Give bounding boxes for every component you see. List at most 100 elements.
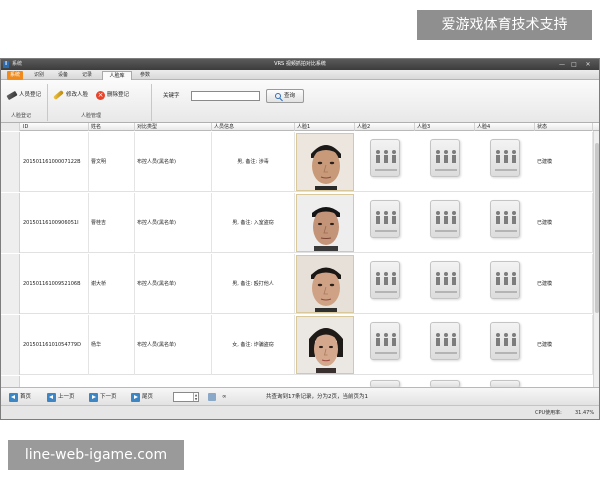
keyword-label: 关键字 bbox=[163, 93, 180, 99]
cell-person-info: 男, 备注: 涉毒 bbox=[212, 132, 295, 192]
row-selector[interactable] bbox=[1, 376, 20, 387]
query-button[interactable]: 查询 bbox=[266, 89, 304, 103]
pencil-icon bbox=[53, 89, 64, 101]
cell-name: 杨华 bbox=[89, 315, 135, 375]
app-window: I 系统 VRS 视频抓拍对比系统 — □ ✕ 系统 识别 设备 记录 人脸库 … bbox=[0, 58, 600, 420]
header-name[interactable]: 姓名 bbox=[89, 123, 135, 131]
first-page-label: 首页 bbox=[20, 394, 32, 400]
prev-page-label: 上一页 bbox=[58, 394, 75, 400]
go-page-text: ∞ bbox=[222, 394, 227, 400]
cell-compare-type: 布控人员(黑名单) bbox=[135, 132, 212, 192]
cpu-usage-value: 31.47% bbox=[575, 410, 595, 416]
row-selector[interactable] bbox=[1, 132, 20, 192]
cpu-usage-label: CPU使用率: bbox=[535, 410, 562, 416]
search-icon bbox=[274, 93, 281, 99]
people-placeholder-icon bbox=[490, 380, 520, 387]
row-selector-header bbox=[1, 123, 20, 131]
modify-face-button[interactable]: 修改人脸 bbox=[53, 89, 88, 101]
first-page-icon bbox=[9, 392, 18, 402]
minimize-button[interactable]: — bbox=[557, 60, 567, 69]
face-table: ID 姓名 对比类型 人员信息 人脸1 人脸2 人脸3 人脸4 状态 20150… bbox=[1, 123, 599, 387]
first-page-button[interactable]: 首页 bbox=[9, 391, 31, 403]
go-page-icon[interactable] bbox=[208, 393, 216, 401]
face-photo bbox=[296, 316, 354, 374]
cell-id: 20150116100952106B bbox=[21, 254, 89, 314]
ribbon-toolbar: 人员登记 修改人脸 × 删除登记 人脸登记 人脸管理 关键字 查询 bbox=[1, 80, 599, 123]
table-row[interactable]: 20150116101054779D 杨华 布控人员(黑名单) 女, 备注: 诈… bbox=[1, 315, 599, 375]
ribbon-separator bbox=[47, 84, 48, 121]
vertical-scrollbar[interactable] bbox=[593, 131, 599, 387]
table-row[interactable]: 20150116100952106B 谢大桥 布控人员(黑名单) 男, 备注: … bbox=[1, 254, 599, 314]
people-placeholder-icon bbox=[370, 380, 400, 387]
people-placeholder-icon bbox=[370, 322, 400, 360]
cell-id: 20150116100906051I bbox=[21, 193, 89, 253]
tab-parameters[interactable]: 参数 bbox=[136, 71, 154, 80]
cell-person-info: 男, 备注: 殴打他人 bbox=[212, 254, 295, 314]
tab-recognition[interactable]: 识别 bbox=[31, 71, 47, 80]
keyword-input[interactable] bbox=[191, 91, 260, 101]
header-person-info[interactable]: 人员信息 bbox=[212, 123, 295, 131]
row-selector[interactable] bbox=[1, 315, 20, 375]
status-bar: CPU使用率: 31.47% bbox=[1, 405, 599, 419]
register-person-label: 人员登记 bbox=[19, 92, 42, 98]
query-label: 查询 bbox=[283, 93, 295, 99]
tab-face-library[interactable]: 人脸库 bbox=[102, 71, 132, 80]
tab-system[interactable]: 系统 bbox=[7, 71, 23, 80]
cell-person-info: 女, 备注: 诈骗盗窃 bbox=[212, 315, 295, 375]
watermark-bottom: line-web-igame.com bbox=[8, 440, 184, 470]
cell-compare-type: 布控人员(黑名单) bbox=[135, 254, 212, 314]
cell-name: 曹桂吉 bbox=[89, 193, 135, 253]
header-id[interactable]: ID bbox=[21, 123, 89, 131]
row-selector[interactable] bbox=[1, 193, 20, 253]
people-placeholder-icon bbox=[430, 139, 460, 177]
last-page-icon bbox=[131, 392, 140, 402]
register-person-button[interactable]: 人员登记 bbox=[6, 89, 42, 101]
cell-status: 已建模 bbox=[535, 315, 593, 375]
header-face4[interactable]: 人脸4 bbox=[475, 123, 535, 131]
pager-bar: 首页 上一页 下一页 尾页 ▲ ▼ ∞ 共查询到17条记录，分为2页，当前页为1 bbox=[1, 387, 599, 405]
delete-register-button[interactable]: × 删除登记 bbox=[96, 89, 129, 101]
cell-name: 曹文明 bbox=[89, 132, 135, 192]
header-face3[interactable]: 人脸3 bbox=[415, 123, 475, 131]
people-placeholder-icon bbox=[430, 322, 460, 360]
cell-id: 20150116101054779D bbox=[21, 315, 89, 375]
ribbon-separator bbox=[151, 84, 152, 121]
cell-compare-type: 布控人员(黑名单) bbox=[135, 315, 212, 375]
table-row[interactable]: 20150116100007122B 曹文明 布控人员(黑名单) 男, 备注: … bbox=[1, 132, 599, 192]
header-status[interactable]: 状态 bbox=[535, 123, 593, 131]
people-placeholder-icon bbox=[370, 139, 400, 177]
cell-person-info: 男, 备注: 入室盗窃 bbox=[212, 193, 295, 253]
people-placeholder-icon bbox=[370, 261, 400, 299]
prev-page-button[interactable]: 上一页 bbox=[47, 391, 75, 403]
modify-face-label: 修改人脸 bbox=[66, 92, 89, 98]
cell-id: 20150116100007122B bbox=[21, 132, 89, 192]
face-photo-image bbox=[297, 134, 353, 190]
header-compare-type[interactable]: 对比类型 bbox=[135, 123, 212, 131]
header-face1[interactable]: 人脸1 bbox=[295, 123, 355, 131]
arrow-right-icon bbox=[89, 392, 98, 402]
table-row-partial[interactable] bbox=[1, 376, 599, 387]
scrollbar-thumb[interactable] bbox=[595, 143, 599, 313]
page-spinner[interactable]: ▲ ▼ bbox=[193, 393, 198, 401]
people-placeholder-icon bbox=[490, 139, 520, 177]
tab-records[interactable]: 记录 bbox=[79, 71, 95, 80]
tab-device[interactable]: 设备 bbox=[55, 71, 71, 80]
maximize-button[interactable]: □ bbox=[569, 60, 579, 69]
close-button[interactable]: ✕ bbox=[583, 60, 593, 69]
pen-icon bbox=[6, 90, 18, 100]
face-photo bbox=[296, 255, 354, 313]
next-page-button[interactable]: 下一页 bbox=[89, 391, 117, 403]
next-page-label: 下一页 bbox=[100, 394, 117, 400]
header-face2[interactable]: 人脸2 bbox=[355, 123, 415, 131]
pager-info: 共查询到17条记录，分为2页，当前页为1 bbox=[266, 394, 368, 400]
people-placeholder-icon bbox=[430, 261, 460, 299]
last-page-button[interactable]: 尾页 bbox=[131, 391, 153, 403]
last-page-label: 尾页 bbox=[142, 394, 154, 400]
cell-status: 已建模 bbox=[535, 132, 593, 192]
arrow-left-icon bbox=[47, 392, 56, 402]
people-placeholder-icon bbox=[490, 200, 520, 238]
table-row[interactable]: 20150116100906051I 曹桂吉 布控人员(黑名单) 男, 备注: … bbox=[1, 193, 599, 253]
page-number-input[interactable]: ▲ ▼ bbox=[173, 392, 199, 402]
row-selector[interactable] bbox=[1, 254, 20, 314]
menu-tabs: 系统 识别 设备 记录 人脸库 参数 bbox=[1, 70, 599, 80]
